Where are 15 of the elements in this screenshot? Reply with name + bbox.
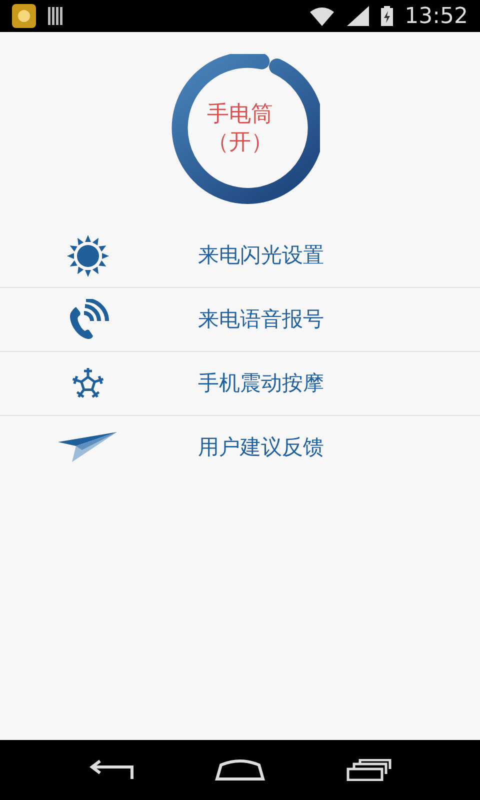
sun-icon [64, 234, 110, 278]
menu-item[interactable]: 来电语音报号 [0, 288, 480, 352]
menu-item[interactable]: 手机震动按摩 [0, 352, 480, 416]
wifi-icon [308, 6, 335, 26]
home-icon[interactable] [214, 759, 265, 781]
barcode-icon [48, 7, 64, 25]
recent-apps-icon[interactable] [346, 759, 392, 781]
menu-item[interactable]: 来电闪光设置 [0, 224, 480, 288]
flashlight-toggle-button[interactable]: 手电筒 （开） [160, 54, 320, 204]
menu-item[interactable]: 用户建议反馈 [0, 416, 480, 480]
clock: 13:52 [404, 2, 468, 30]
signal-icon [346, 6, 369, 26]
back-icon[interactable] [88, 759, 134, 781]
battery-icon [380, 6, 393, 26]
paper-plane-icon [58, 432, 118, 464]
